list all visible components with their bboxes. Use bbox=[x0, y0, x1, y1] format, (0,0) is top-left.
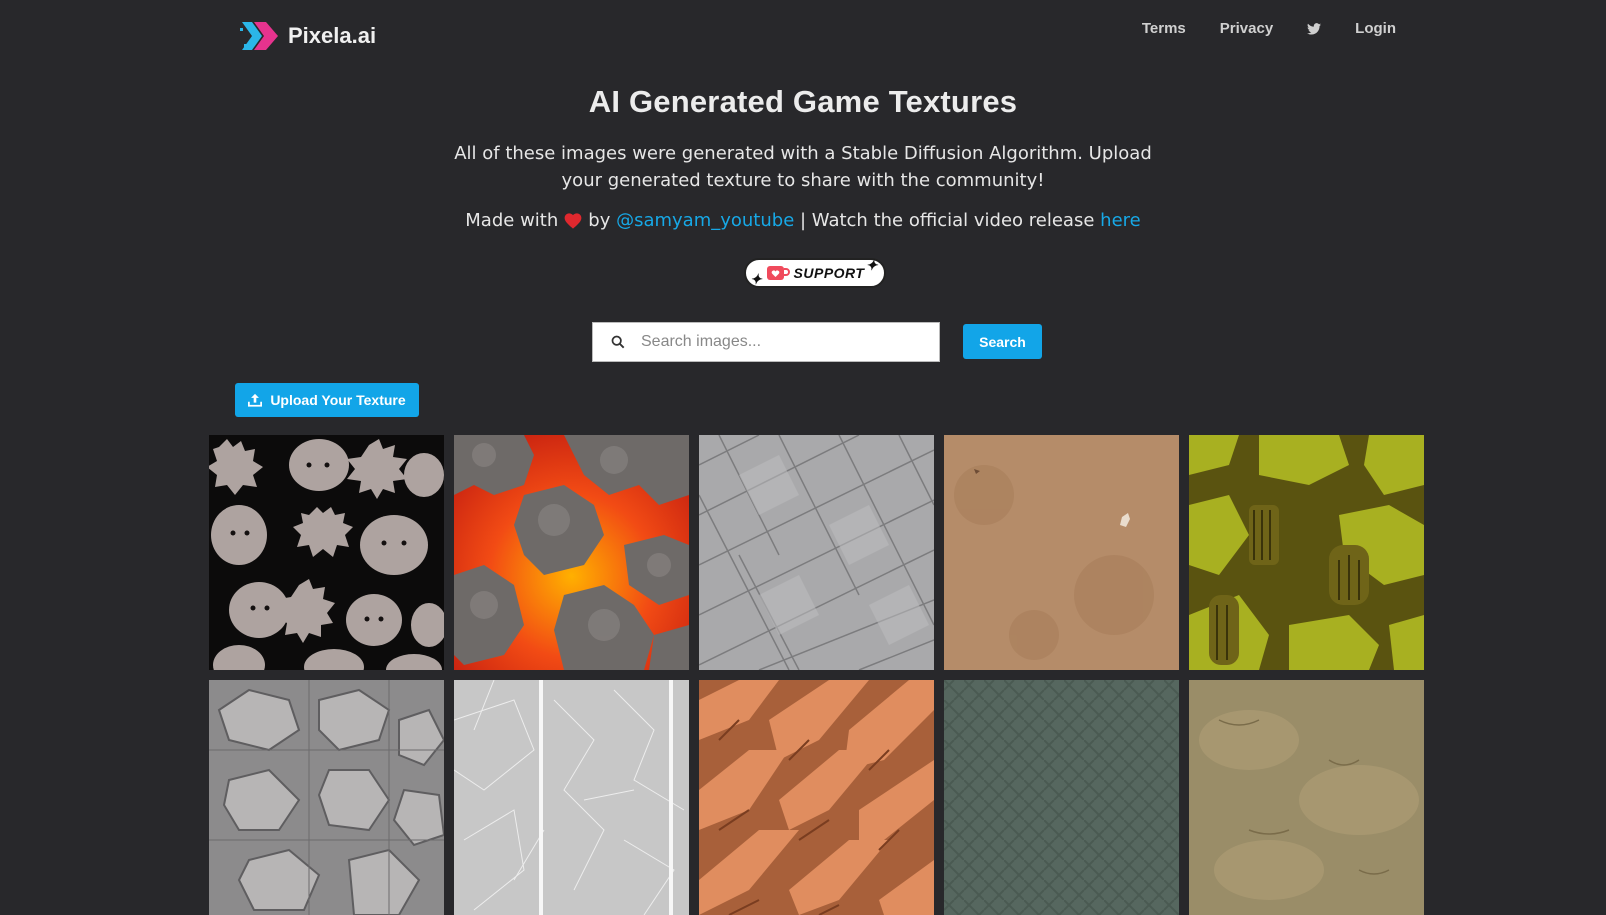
hero-section: AI Generated Game Textures All of these … bbox=[0, 84, 1606, 231]
texture-tile-grey-stones[interactable] bbox=[209, 680, 444, 915]
nav-links: Terms Privacy Login bbox=[1108, 20, 1396, 37]
texture-image bbox=[699, 680, 934, 915]
texture-image bbox=[944, 680, 1179, 915]
video-link[interactable]: here bbox=[1100, 210, 1141, 231]
texture-image bbox=[944, 435, 1179, 670]
page-description: All of these images were generated with … bbox=[454, 143, 1152, 191]
nav-login-link[interactable]: Login bbox=[1355, 20, 1396, 37]
search-icon bbox=[611, 335, 625, 349]
search-bar bbox=[592, 322, 940, 362]
texture-image bbox=[699, 435, 934, 670]
support-badge-wrapper: SUPPORT ✦ ✦ bbox=[744, 257, 886, 288]
texture-tile-monster-silhouettes[interactable] bbox=[209, 435, 444, 670]
texture-image bbox=[209, 435, 444, 670]
texture-tile-mossy-ruins[interactable] bbox=[1189, 435, 1424, 670]
upload-texture-button[interactable]: Upload Your Texture bbox=[235, 383, 419, 417]
brand-logo[interactable]: Pixela.ai bbox=[240, 18, 376, 54]
made-with-text: Made with bbox=[465, 210, 559, 231]
brand-name: Pixela.ai bbox=[288, 23, 377, 48]
heart-icon bbox=[564, 213, 582, 229]
texture-tile-cracked-marble[interactable] bbox=[454, 680, 689, 915]
texture-tile-grey-tiles[interactable] bbox=[699, 435, 934, 670]
twitter-icon bbox=[1307, 22, 1322, 35]
twitter-link[interactable] bbox=[1307, 22, 1322, 35]
texture-tile-red-rock-cliffs[interactable] bbox=[699, 680, 934, 915]
search-input[interactable] bbox=[639, 326, 933, 358]
sparkle-icon: ✦ bbox=[750, 271, 763, 287]
kofi-cup-icon bbox=[766, 266, 790, 280]
nav-privacy-link[interactable]: Privacy bbox=[1220, 20, 1273, 37]
credits-line: Made with by @samyam_youtube | Watch the … bbox=[0, 210, 1606, 231]
texture-image bbox=[1189, 680, 1424, 915]
page-title: AI Generated Game Textures bbox=[588, 84, 1018, 119]
texture-tile-lava-rocks[interactable] bbox=[454, 435, 689, 670]
top-navigation-bar: Pixela.ai Terms Privacy Login bbox=[0, 0, 1606, 70]
support-button[interactable]: SUPPORT ✦ ✦ bbox=[744, 257, 886, 288]
upload-label: Upload Your Texture bbox=[270, 392, 406, 408]
search-button[interactable]: Search bbox=[963, 324, 1042, 359]
chevron-logo-icon bbox=[240, 22, 278, 50]
texture-image bbox=[454, 435, 689, 670]
author-link[interactable]: @samyam_youtube bbox=[616, 210, 794, 231]
upload-icon bbox=[248, 393, 263, 407]
texture-tile-green-herringbone[interactable] bbox=[944, 680, 1179, 915]
support-label: SUPPORT bbox=[793, 265, 865, 281]
texture-image bbox=[454, 680, 689, 915]
nav-terms-link[interactable]: Terms bbox=[1142, 20, 1186, 37]
by-text: by bbox=[588, 210, 611, 231]
texture-tile-sand[interactable] bbox=[944, 435, 1179, 670]
watch-text: | Watch the official video release bbox=[800, 210, 1095, 231]
texture-image bbox=[1189, 435, 1424, 670]
texture-tile-dusty-ground[interactable] bbox=[1189, 680, 1424, 915]
texture-image bbox=[209, 680, 444, 915]
sparkle-icon: ✦ bbox=[865, 257, 878, 273]
